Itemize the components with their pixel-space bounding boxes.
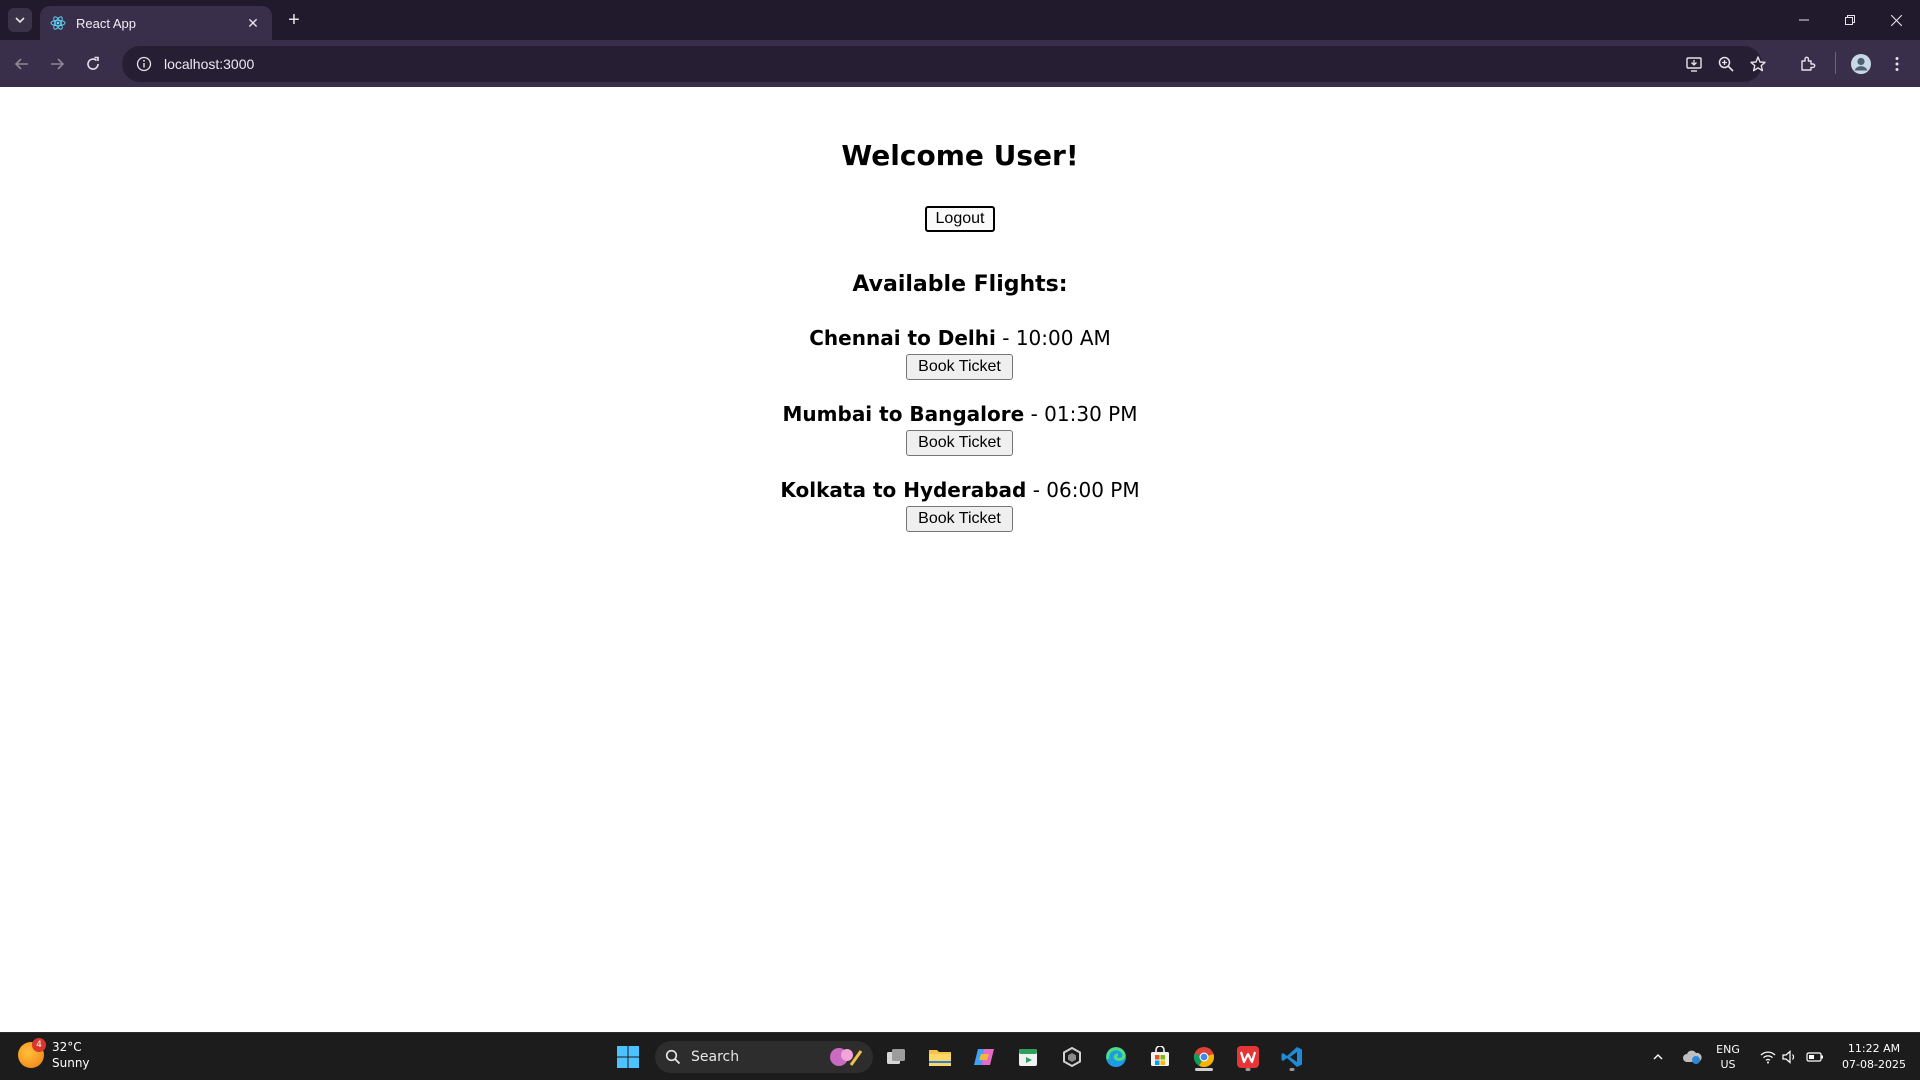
url-text: localhost:3000 xyxy=(164,56,255,72)
region-code: US xyxy=(1720,1058,1736,1071)
reload-icon[interactable] xyxy=(79,50,107,78)
search-icon xyxy=(665,1049,681,1065)
zoom-icon[interactable] xyxy=(1712,50,1740,78)
flight-time: 01:30 PM xyxy=(1044,402,1138,426)
taskbar-search-box[interactable]: Search xyxy=(655,1041,873,1073)
quick-settings[interactable] xyxy=(1754,1033,1830,1080)
react-logo-icon xyxy=(50,15,66,31)
extensions-puzzle-icon[interactable] xyxy=(1794,50,1822,78)
tab-react-app[interactable]: React App ✕ xyxy=(40,6,272,40)
copilot-icon[interactable] xyxy=(968,1041,1000,1073)
notification-badge: 4 xyxy=(32,1038,46,1052)
minimize-icon[interactable] xyxy=(1781,0,1827,40)
install-app-icon[interactable] xyxy=(1680,50,1708,78)
forward-arrow-icon[interactable] xyxy=(43,50,71,78)
search-label: Search xyxy=(691,1049,740,1065)
browser-menu-icon[interactable] xyxy=(1883,50,1911,78)
flight-item: Kolkata to Hyderabad - 06:00 PM Book Tic… xyxy=(0,477,1920,537)
flight-route: Mumbai to Bangalore xyxy=(782,402,1025,426)
flight-separator: - xyxy=(1030,402,1045,426)
new-tab-plus-icon[interactable]: + xyxy=(282,8,306,32)
browser-toolbar: localhost:3000 xyxy=(0,40,1920,87)
flight-info: Kolkata to Hyderabad - 06:00 PM xyxy=(0,477,1920,503)
logout-button[interactable]: Logout xyxy=(925,206,995,232)
edge-browser-icon[interactable] xyxy=(1100,1041,1132,1073)
site-info-icon[interactable] xyxy=(136,56,152,72)
task-view-icon[interactable] xyxy=(880,1041,912,1073)
file-explorer-icon[interactable] xyxy=(924,1041,956,1073)
profile-avatar[interactable] xyxy=(1847,50,1875,78)
flight-item: Mumbai to Bangalore - 01:30 PM Book Tick… xyxy=(0,401,1920,461)
book-ticket-button[interactable]: Book Ticket xyxy=(906,430,1013,456)
weather-temperature: 32°C xyxy=(52,1040,82,1054)
chevron-down-icon xyxy=(15,17,25,24)
language-indicator[interactable]: ENG US xyxy=(1712,1033,1744,1080)
flight-info: Chennai to Delhi - 10:00 AM xyxy=(0,325,1920,351)
volume-icon xyxy=(1782,1050,1795,1064)
show-hidden-icons-chevron-icon[interactable] xyxy=(1646,1033,1670,1080)
weather-text: 32°C Sunny xyxy=(52,1039,90,1071)
wps-office-icon[interactable] xyxy=(1232,1041,1264,1073)
flight-separator: - xyxy=(1032,478,1047,502)
clock-time: 11:22 AM xyxy=(1847,1042,1901,1055)
active-app-indicator xyxy=(1195,1068,1213,1071)
search-highlight-icon xyxy=(830,1048,863,1066)
windows-start-icon[interactable] xyxy=(612,1041,644,1073)
flight-time: 06:00 PM xyxy=(1046,478,1140,502)
weather-widget[interactable]: 4 32°C Sunny xyxy=(18,1038,90,1071)
chrome-icon[interactable] xyxy=(1188,1041,1220,1073)
flight-info: Mumbai to Bangalore - 01:30 PM xyxy=(0,401,1920,427)
flight-item: Chennai to Delhi - 10:00 AM Book Ticket xyxy=(0,325,1920,385)
available-flights-heading: Available Flights: xyxy=(852,272,1068,297)
tab-close-icon[interactable]: ✕ xyxy=(244,14,262,32)
flight-route: Kolkata to Hyderabad xyxy=(780,478,1027,502)
onedrive-cloud-icon[interactable] xyxy=(1678,1033,1706,1080)
language-code: ENG xyxy=(1716,1043,1740,1056)
dev-tool-icon[interactable] xyxy=(1056,1041,1088,1073)
tab-title: React App xyxy=(76,15,136,31)
battery-icon xyxy=(1806,1052,1823,1062)
microsoft-store-icon[interactable] xyxy=(1144,1041,1176,1073)
book-ticket-button[interactable]: Book Ticket xyxy=(906,506,1013,532)
running-app-indicator xyxy=(1245,1068,1251,1071)
welcome-heading: Welcome User! xyxy=(841,139,1079,172)
clock-date: 07-08-2025 xyxy=(1842,1058,1906,1071)
tab-search-button[interactable] xyxy=(8,8,32,32)
clock[interactable]: 11:22 AM 07-08-2025 xyxy=(1832,1033,1916,1080)
browser-tab-bar: React App ✕ + xyxy=(0,0,1920,40)
restore-icon[interactable] xyxy=(1827,0,1873,40)
weather-description: Sunny xyxy=(52,1056,90,1070)
running-app-indicator xyxy=(1289,1068,1295,1071)
back-arrow-icon[interactable] xyxy=(8,50,36,78)
sun-icon: 4 xyxy=(18,1038,46,1068)
address-bar[interactable]: localhost:3000 xyxy=(122,46,1762,82)
flight-separator: - xyxy=(1002,326,1016,350)
toolbar-divider xyxy=(1835,52,1836,74)
wifi-icon xyxy=(1760,1051,1776,1064)
page-content: Welcome User! Logout Available Flights: … xyxy=(0,87,1920,1032)
close-window-icon[interactable] xyxy=(1873,0,1919,40)
windows-taskbar: 4 32°C Sunny Search ENG US 11:22 AM 07-0… xyxy=(0,1032,1920,1080)
flight-route: Chennai to Delhi xyxy=(809,326,996,350)
bookmark-star-icon[interactable] xyxy=(1744,50,1772,78)
calendar-app-icon[interactable] xyxy=(1012,1041,1044,1073)
flight-time: 10:00 AM xyxy=(1015,326,1111,350)
book-ticket-button[interactable]: Book Ticket xyxy=(906,354,1013,380)
vscode-icon[interactable] xyxy=(1276,1041,1308,1073)
